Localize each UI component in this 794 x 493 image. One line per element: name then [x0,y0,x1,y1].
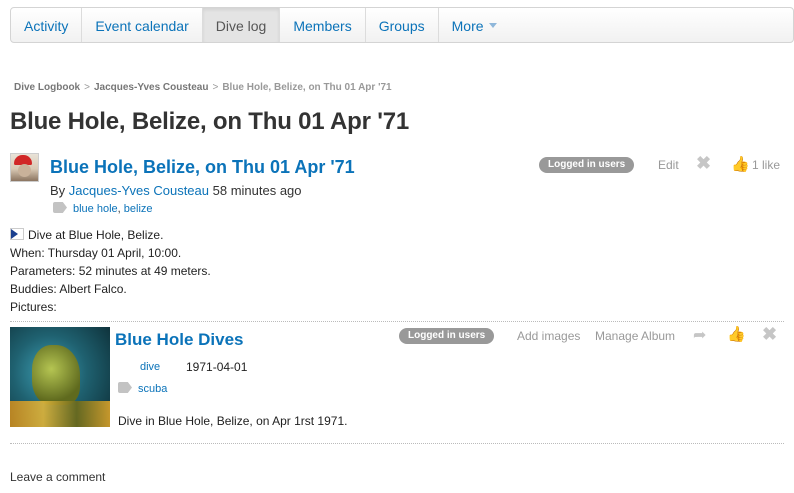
divider [10,321,784,322]
nav-event-calendar[interactable]: Event calendar [82,8,203,42]
tag-scuba[interactable]: scuba [138,383,167,395]
album-tags: scuba [118,382,167,395]
face-shape [18,164,31,177]
album-category-link[interactable]: dive [140,361,160,373]
post-parameters: Parameters: 52 minutes at 49 meters. [10,264,211,278]
album-access-badge: Logged in users [399,328,495,344]
album-thumbs-up-icon[interactable]: 👍 [727,325,746,343]
page-title: Blue Hole, Belize, on Thu 01 Apr '71 [10,108,410,135]
access-badge: Logged in users [539,157,635,173]
divider [10,443,784,444]
manage-album-link[interactable]: Manage Album [595,329,675,343]
breadcrumb: Dive Logbook > Jacques-Yves Cousteau > Blue … [14,82,392,93]
breadcrumb-separator: > [212,82,219,93]
album-cover-image[interactable] [10,327,110,427]
breadcrumb-current: Blue Hole, Belize, on Thu 01 Apr '71 [222,82,392,93]
breadcrumb-dive-logbook[interactable]: Dive Logbook [14,82,80,93]
top-nav: Activity Event calendar Dive log Members… [10,7,794,43]
byline-prefix: By [50,183,66,198]
tag-icon [118,382,132,393]
delete-icon[interactable]: ✖ [696,153,711,174]
post-when: When: Thursday 01 April, 10:00. [10,246,182,260]
tag-separator: , [117,203,121,215]
post-buddies: Buddies: Albert Falco. [10,282,127,296]
leave-comment-link[interactable]: Leave a comment [10,470,105,484]
reshare-icon[interactable]: ➦ [693,325,706,345]
caret-down-icon [488,23,497,28]
nav-members[interactable]: Members [280,8,366,42]
album-date: 1971-04-01 [186,360,248,374]
nav-more[interactable]: More [439,8,510,42]
nav-activity[interactable]: Activity [11,8,83,42]
tag-belize[interactable]: belize [124,203,153,215]
post-summary: Dive at Blue Hole, Belize. [10,226,211,244]
breadcrumb-separator: > [84,82,90,93]
album-delete-icon[interactable]: ✖ [762,324,777,345]
summary-text: Dive at Blue Hole, Belize. [28,228,164,242]
avatar[interactable] [10,153,39,182]
likes-count[interactable]: 1 like [752,158,780,172]
post-time: 58 minutes ago [212,183,302,198]
album-title-link[interactable]: Blue Hole Dives [115,330,244,350]
breadcrumb-owner[interactable]: Jacques-Yves Cousteau [94,82,209,93]
author-link[interactable]: Jacques-Yves Cousteau [69,183,209,198]
nav-dive-log[interactable]: Dive log [202,8,281,42]
thumbs-up-icon[interactable]: 👍 [731,155,750,173]
album-description: Dive in Blue Hole, Belize, on Apr 1rst 1… [118,414,348,428]
belize-flag-icon [10,228,24,240]
byline: By Jacques-Yves Cousteau 58 minutes ago [50,183,302,198]
post-pictures-label: Pictures: [10,300,57,314]
nav-groups[interactable]: Groups [366,8,439,42]
nav-more-label: More [451,18,484,34]
post-body: Dive at Blue Hole, Belize. When: Thursda… [10,226,211,316]
tag-icon [53,202,67,213]
add-images-link[interactable]: Add images [517,329,580,343]
post-tags: blue hole, belize [53,202,153,215]
post-title-link[interactable]: Blue Hole, Belize, on Thu 01 Apr '71 [50,157,355,178]
tag-blue-hole[interactable]: blue hole [73,203,118,215]
coral-shape [10,401,110,427]
edit-link[interactable]: Edit [658,158,679,172]
diver-shape [32,345,80,405]
